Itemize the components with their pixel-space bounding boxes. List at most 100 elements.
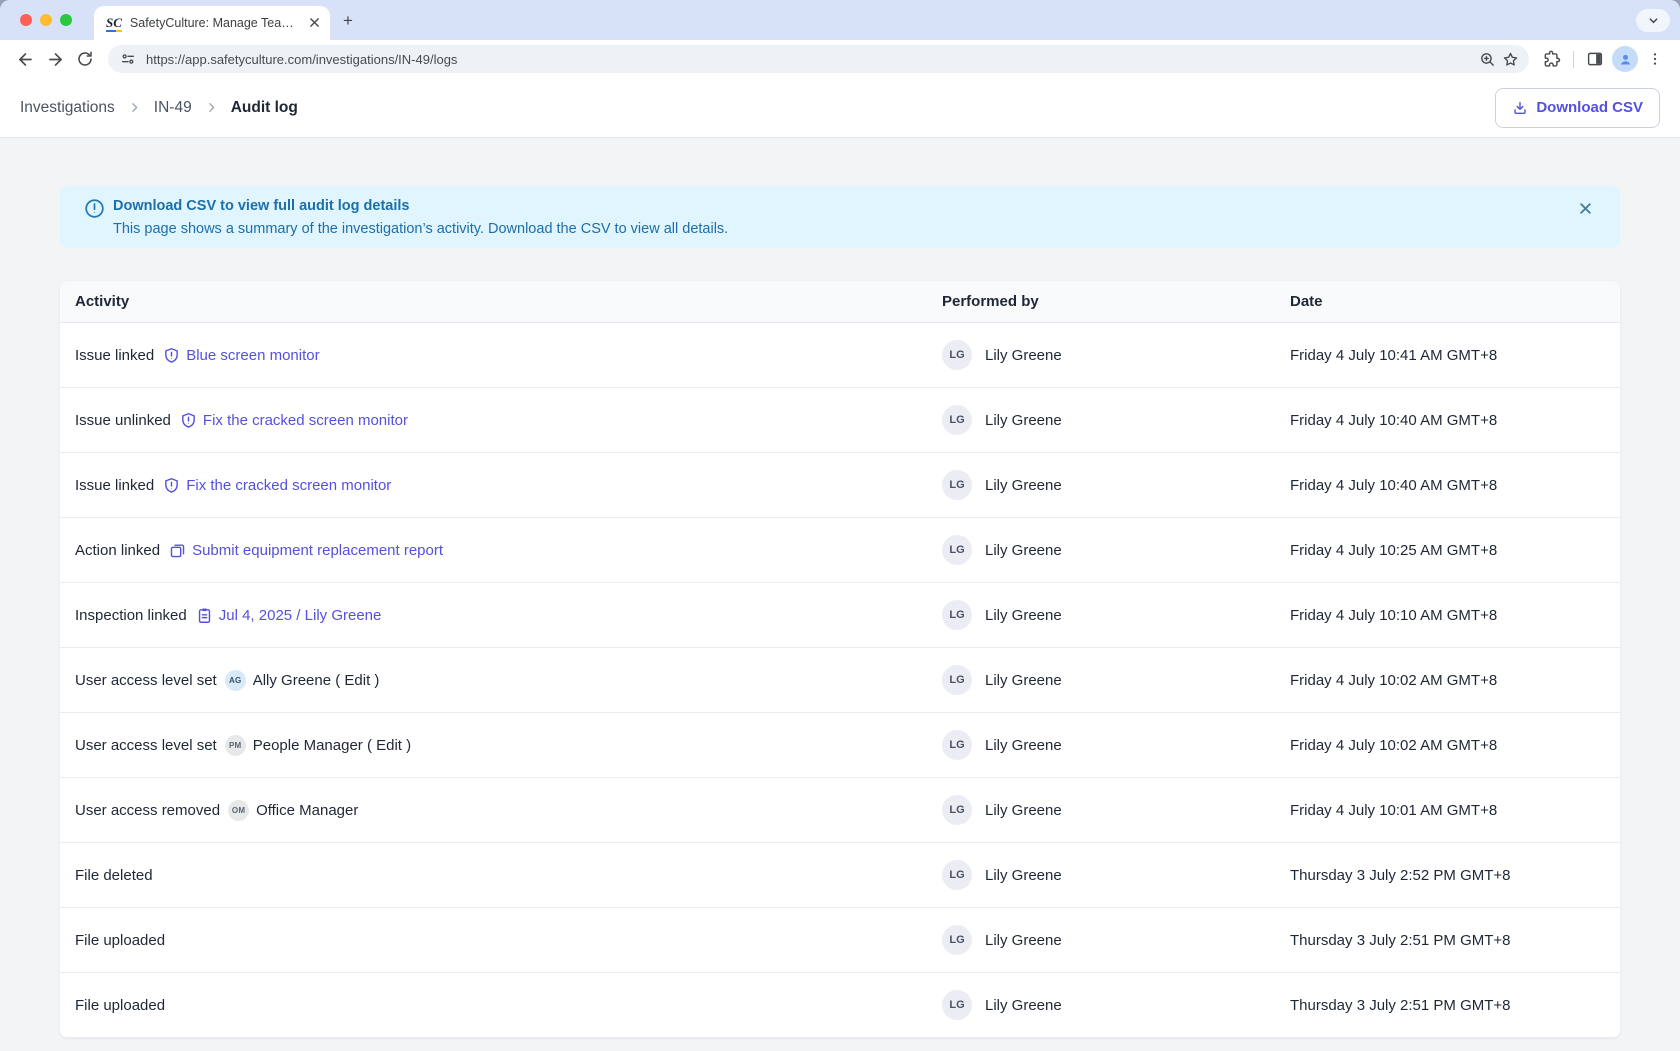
role-badge: PM (225, 735, 246, 756)
info-icon (84, 198, 105, 224)
activity-link[interactable]: Submit equipment replacement report (192, 542, 443, 559)
activity-date: Friday 4 July 10:40 AM GMT+8 (1290, 477, 1620, 494)
activity-cell: File uploaded (60, 932, 942, 949)
performer-name: Lily Greene (985, 997, 1062, 1014)
performer-avatar: LG (942, 340, 972, 370)
performer-name: Lily Greene (985, 607, 1062, 624)
table-row: User access level set PM People Manager … (60, 713, 1620, 778)
performer-name: Lily Greene (985, 347, 1062, 364)
role-badge: OM (228, 800, 249, 821)
table-row: Issue linked Blue screen monitor LG Lily… (60, 323, 1620, 388)
table-row: User access removed OM Office Manager LG… (60, 778, 1620, 843)
banner-title: Download CSV to view full audit log deta… (113, 198, 409, 214)
performer-name: Lily Greene (985, 932, 1062, 949)
role-badge: AG (225, 670, 246, 691)
profile-avatar[interactable] (1610, 44, 1640, 74)
info-banner: Download CSV to view full audit log deta… (60, 186, 1620, 248)
forward-icon[interactable] (40, 44, 70, 74)
breadcrumb-investigations[interactable]: Investigations (20, 99, 115, 117)
close-window-button[interactable] (20, 14, 32, 26)
activity-date: Thursday 3 July 2:51 PM GMT+8 (1290, 997, 1620, 1014)
chevron-right-icon (205, 101, 218, 114)
tab-list-chevron-icon[interactable] (1636, 9, 1670, 32)
minimize-window-button[interactable] (40, 14, 52, 26)
table-body: Issue linked Blue screen monitor LG Lily… (60, 323, 1620, 1038)
reload-icon[interactable] (70, 44, 100, 74)
performed-by-cell: LG Lily Greene (942, 340, 1290, 370)
activity-link[interactable]: Blue screen monitor (186, 347, 319, 364)
download-csv-button[interactable]: Download CSV (1495, 88, 1660, 128)
browser-tab[interactable]: SC SafetyCulture: Manage Teams and... (94, 6, 330, 40)
activity-label: File deleted (75, 867, 153, 884)
bookmark-star-icon[interactable] (1502, 51, 1519, 68)
side-panel-icon[interactable] (1580, 44, 1610, 74)
back-icon[interactable] (10, 44, 40, 74)
download-csv-label: Download CSV (1536, 99, 1643, 116)
activity-text: Ally Greene ( Edit ) (253, 672, 380, 689)
column-header-date: Date (1290, 293, 1620, 310)
page-header: Investigations IN-49 Audit log Download … (0, 78, 1680, 138)
performer-name: Lily Greene (985, 867, 1062, 884)
performer-avatar: LG (942, 795, 972, 825)
banner-body: This page shows a summary of the investi… (113, 221, 728, 237)
safetyculture-favicon: SC (106, 15, 122, 32)
browser-menu-icon[interactable] (1640, 44, 1670, 74)
site-settings-icon[interactable] (120, 51, 136, 67)
maximize-window-button[interactable] (60, 14, 72, 26)
tab-close-icon[interactable] (309, 16, 320, 31)
performed-by-cell: LG Lily Greene (942, 535, 1290, 565)
activity-label: User access removed (75, 802, 220, 819)
breadcrumb-in-49[interactable]: IN-49 (154, 99, 192, 117)
performer-name: Lily Greene (985, 802, 1062, 819)
performed-by-cell: LG Lily Greene (942, 600, 1290, 630)
activity-link[interactable]: Fix the cracked screen monitor (203, 412, 408, 429)
url-text[interactable]: https://app.safetyculture.com/investigat… (146, 52, 1479, 67)
window-controls (20, 14, 72, 26)
new-tab-button[interactable]: + (336, 10, 360, 34)
performer-avatar: LG (942, 405, 972, 435)
activity-label: File uploaded (75, 997, 165, 1014)
toolbar-divider (1573, 51, 1574, 68)
performer-avatar: LG (942, 860, 972, 890)
activity-date: Friday 4 July 10:41 AM GMT+8 (1290, 347, 1620, 364)
banner-close-icon[interactable] (1576, 199, 1594, 217)
table-row: User access level set AG Ally Greene ( E… (60, 648, 1620, 713)
performed-by-cell: LG Lily Greene (942, 730, 1290, 760)
table-row: Issue unlinked Fix the cracked screen mo… (60, 388, 1620, 453)
performer-avatar: LG (942, 990, 972, 1020)
activity-link[interactable]: Jul 4, 2025 / Lily Greene (219, 607, 382, 624)
activity-cell: User access level set AG Ally Greene ( E… (60, 670, 942, 691)
performed-by-cell: LG Lily Greene (942, 665, 1290, 695)
zoom-icon[interactable] (1479, 51, 1496, 68)
browser-toolbar: https://app.safetyculture.com/investigat… (0, 40, 1680, 78)
activity-date: Friday 4 July 10:10 AM GMT+8 (1290, 607, 1620, 624)
performer-name: Lily Greene (985, 412, 1062, 429)
table-row: Issue linked Fix the cracked screen moni… (60, 453, 1620, 518)
activity-date: Friday 4 July 10:02 AM GMT+8 (1290, 737, 1620, 754)
performer-avatar: LG (942, 470, 972, 500)
performer-avatar: LG (942, 535, 972, 565)
activity-date: Thursday 3 July 2:51 PM GMT+8 (1290, 932, 1620, 949)
activity-cell: File deleted (60, 867, 942, 884)
issue-icon (180, 412, 197, 429)
main-content: Download CSV to view full audit log deta… (0, 138, 1680, 1051)
extensions-icon[interactable] (1537, 44, 1567, 74)
performer-name: Lily Greene (985, 542, 1062, 559)
activity-label: User access level set (75, 737, 217, 754)
activity-date: Friday 4 July 10:40 AM GMT+8 (1290, 412, 1620, 429)
breadcrumb: Investigations IN-49 Audit log (20, 99, 298, 117)
tab-title: SafetyCulture: Manage Teams and... (130, 16, 303, 30)
activity-label: Issue unlinked (75, 412, 171, 429)
activity-cell: Action linked Submit equipment replaceme… (60, 542, 942, 559)
table-row: Inspection linked Jul 4, 2025 / Lily Gre… (60, 583, 1620, 648)
issue-icon (163, 477, 180, 494)
activity-label: Issue linked (75, 347, 154, 364)
activity-label: Issue linked (75, 477, 154, 494)
activity-label: Action linked (75, 542, 160, 559)
activity-cell: Issue linked Fix the cracked screen moni… (60, 477, 942, 494)
activity-date: Friday 4 July 10:25 AM GMT+8 (1290, 542, 1620, 559)
address-bar[interactable]: https://app.safetyculture.com/investigat… (108, 45, 1529, 73)
activity-link[interactable]: Fix the cracked screen monitor (186, 477, 391, 494)
action-icon (169, 542, 186, 559)
performer-name: Lily Greene (985, 737, 1062, 754)
